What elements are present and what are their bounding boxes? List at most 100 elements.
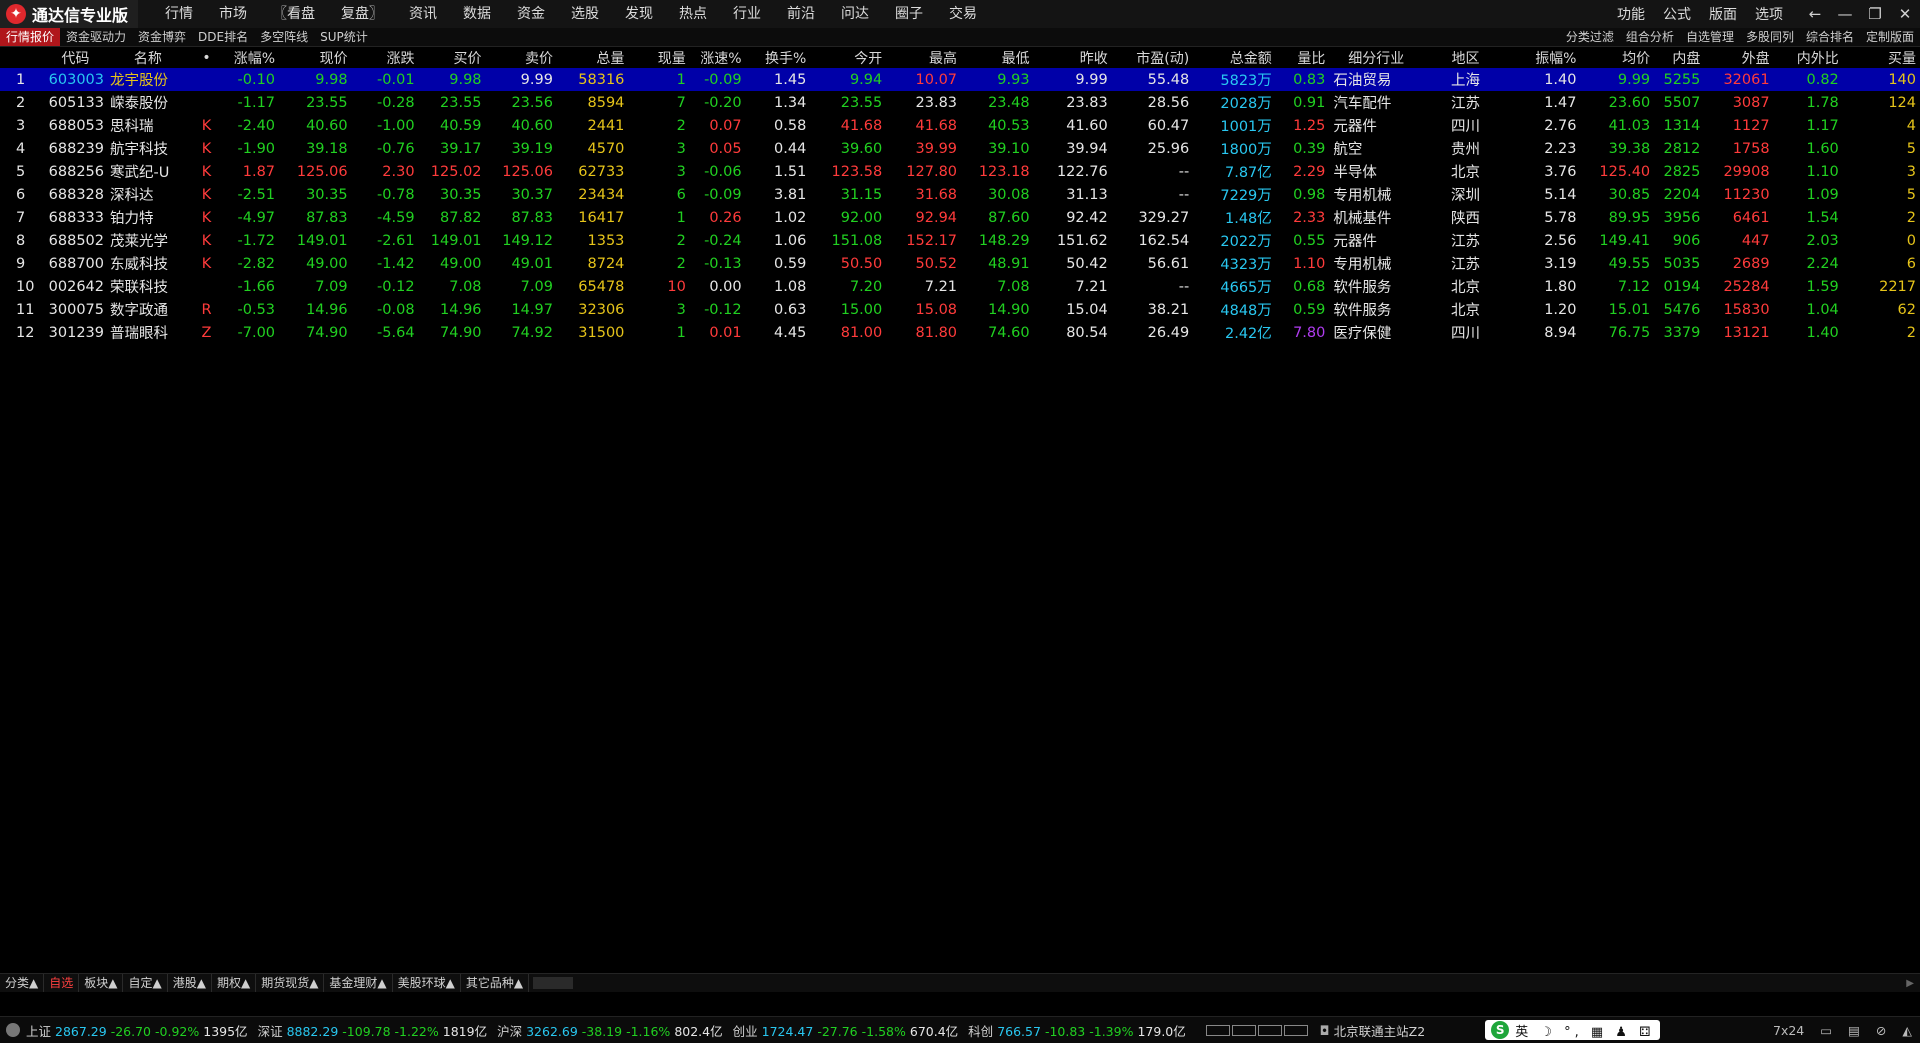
tab-item[interactable]: 综合排名 [1800, 28, 1860, 46]
menu-item[interactable]: 交易 [936, 0, 990, 28]
tab-item[interactable]: 分类过滤 [1560, 28, 1620, 46]
restore-icon[interactable]: ❐ [1860, 5, 1890, 23]
minimize-icon[interactable]: — [1830, 5, 1860, 23]
menu-item[interactable]: 选股 [558, 0, 612, 28]
tab-item[interactable]: SUP统计 [314, 28, 374, 46]
tab-item[interactable]: 行情报价 [0, 28, 61, 46]
menu-item[interactable]: 圈子 [882, 0, 936, 28]
news-7x24-button[interactable]: 7x24 [1773, 1023, 1804, 1038]
menu-item[interactable]: 行业 [720, 0, 774, 28]
table-row[interactable]: 1 603003 龙宇股份 -0.10 9.98 -0.01 9.98 9.99 58316 1-… [0, 68, 1920, 91]
tab-item[interactable]: 多空阵线 [254, 28, 314, 46]
chat-icon[interactable]: ▭ [1820, 1023, 1832, 1038]
market-tab[interactable]: 分类▲ [0, 974, 45, 992]
column-header[interactable]: 最低 [961, 47, 1034, 68]
column-header[interactable]: 现量 [628, 47, 689, 68]
table-row[interactable]: 3 688053 思科瑞 K -2.40 40.60 -1.00 40.59 40.60 2441… [0, 114, 1920, 137]
market-tab[interactable]: 其它品种▲ [461, 974, 530, 992]
table-row[interactable]: 7 688333 铂力特 K -4.97 87.83 -4.59 87.82 87.83 1641… [0, 206, 1920, 229]
menu-item[interactable]: 行情 [152, 0, 206, 28]
column-header[interactable]: 最高 [886, 47, 961, 68]
menu-item[interactable]: 市场 [206, 0, 260, 28]
menu-item[interactable]: 资讯 [396, 0, 450, 28]
menu-item[interactable]: 〖看盘 [260, 0, 328, 28]
column-header[interactable]: 市盈(动) [1112, 47, 1193, 68]
index-quote[interactable]: 沪深 3262.69 -38.19 -1.16% 802.4亿 [497, 1021, 723, 1040]
table-row[interactable]: 10 002642 荣联科技 -1.66 7.09 -0.12 7.08 7.09 65478 1… [0, 275, 1920, 298]
menu-item[interactable]: 问达 [828, 0, 882, 28]
server-name[interactable]: 北京联通主站Z2 [1334, 1021, 1426, 1040]
column-header[interactable]: 内外比 [1774, 47, 1843, 68]
tab-item[interactable]: DDE排名 [192, 28, 254, 46]
market-tab[interactable]: 板块▲ [79, 974, 124, 992]
column-header[interactable]: • [190, 47, 223, 68]
column-header[interactable]: 总金额 [1193, 47, 1276, 68]
input-method-toolbar[interactable]: S 英 ☽ °, ▦ ♟ ⚃ [1485, 1020, 1661, 1040]
close-icon[interactable]: ✕ [1890, 5, 1920, 23]
column-header[interactable]: 涨跌 [352, 47, 419, 68]
column-header[interactable]: 内盘 [1654, 47, 1704, 68]
message-icon[interactable]: ▤ [1848, 1023, 1860, 1038]
menu-item[interactable]: 复盘〗 [328, 0, 396, 28]
settings-icon[interactable] [6, 1023, 20, 1037]
index-quote[interactable]: 上证 2867.29 -26.70 -0.92% 1395亿 [26, 1021, 248, 1040]
column-header[interactable]: 今开 [810, 47, 886, 68]
index-quote[interactable]: 科创 766.57 -10.83 -1.39% 179.0亿 [968, 1021, 1186, 1040]
index-quote[interactable]: 创业 1724.47 -27.76 -1.58% 670.4亿 [733, 1021, 959, 1040]
tab-item[interactable]: 组合分析 [1620, 28, 1680, 46]
index-quote[interactable]: 深证 8882.29 -109.78 -1.22% 1819亿 [258, 1021, 488, 1040]
table-row[interactable]: 8 688502 茂莱光学 K -1.72 149.01 -2.61 149.01 149.12… [0, 229, 1920, 252]
tab-item[interactable]: 定制版面 [1860, 28, 1920, 46]
column-header[interactable] [0, 47, 45, 68]
column-header[interactable]: 涨幅% [223, 47, 279, 68]
right-menu-item[interactable]: 版面 [1700, 4, 1746, 24]
tab-item[interactable]: 自选管理 [1680, 28, 1740, 46]
market-tab[interactable]: 自定▲ [123, 974, 168, 992]
column-header[interactable]: 卖价 [486, 47, 557, 68]
table-row[interactable]: 12 301239 普瑞眼科 Z -7.00 74.90 -5.64 74.90 74.92 31… [0, 321, 1920, 344]
tab-item[interactable]: 资金博弈 [132, 28, 192, 46]
camera-icon[interactable]: ◘ [1320, 1023, 1330, 1038]
market-tab[interactable]: 基金理财▲ [324, 974, 393, 992]
bell-icon[interactable]: ◭ [1902, 1023, 1912, 1038]
menu-item[interactable]: 资金 [504, 0, 558, 28]
column-header[interactable]: 细分行业 [1329, 47, 1423, 68]
column-header[interactable]: 振幅% [1508, 47, 1581, 68]
table-row[interactable]: 9 688700 东威科技 K -2.82 49.00 -1.42 49.00 49.01 872… [0, 252, 1920, 275]
table-row[interactable]: 4 688239 航宇科技 K -1.90 39.18 -0.76 39.17 39.19 457… [0, 137, 1920, 160]
table-row[interactable]: 2 605133 嵘泰股份 -1.17 23.55 -0.28 23.55 23.56 8594… [0, 91, 1920, 114]
column-header[interactable]: 换手% [746, 47, 811, 68]
menu-item[interactable]: 前沿 [774, 0, 828, 28]
scroll-right-icon[interactable]: ▶ [1906, 978, 1914, 989]
table-row[interactable]: 6 688328 深科达 K -2.51 30.35 -0.78 30.35 30.37 2343… [0, 183, 1920, 206]
wifi-off-icon[interactable]: ⊘ [1876, 1023, 1886, 1038]
market-tab[interactable]: 期权▲ [212, 974, 257, 992]
menu-item[interactable]: 发现 [612, 0, 666, 28]
market-tab[interactable]: 自选 [44, 974, 80, 992]
tab-item[interactable]: 资金驱动力 [60, 28, 132, 46]
column-header[interactable]: 昨收 [1034, 47, 1112, 68]
column-header[interactable]: 买价 [419, 47, 486, 68]
market-tab[interactable]: 港股▲ [168, 974, 212, 992]
market-tab[interactable]: 期货现货▲ [256, 974, 325, 992]
menu-item[interactable]: 数据 [450, 0, 504, 28]
right-menu-item[interactable]: 选项 [1746, 4, 1792, 24]
column-header[interactable]: 名称 [106, 47, 190, 68]
column-header[interactable]: 量比 [1276, 47, 1330, 68]
table-row[interactable]: 11 300075 数字政通 R -0.53 14.96 -0.08 14.96 14.97 32… [0, 298, 1920, 321]
right-menu-item[interactable]: 公式 [1654, 4, 1700, 24]
column-header[interactable]: 代码 [45, 47, 106, 68]
column-header[interactable]: 总量 [557, 47, 628, 68]
horizontal-scrollbar[interactable] [533, 977, 574, 989]
column-header[interactable]: 地区 [1423, 47, 1508, 68]
column-header[interactable]: 买量 [1843, 47, 1920, 68]
menu-item[interactable]: 热点 [666, 0, 720, 28]
back-arrow-icon[interactable]: ← [1800, 5, 1830, 23]
table-row[interactable]: 5 688256 寒武纪-U K 1.87 125.06 2.30 125.02 125.06 6… [0, 160, 1920, 183]
app-logo[interactable]: ✦ 通达信专业版 [0, 0, 139, 28]
column-header[interactable]: 均价 [1581, 47, 1655, 68]
tab-item[interactable]: 多股同列 [1740, 28, 1800, 46]
right-menu-item[interactable]: 功能 [1608, 4, 1654, 24]
market-tab[interactable]: 美股环球▲ [393, 974, 461, 992]
column-header[interactable]: 现价 [279, 47, 352, 68]
